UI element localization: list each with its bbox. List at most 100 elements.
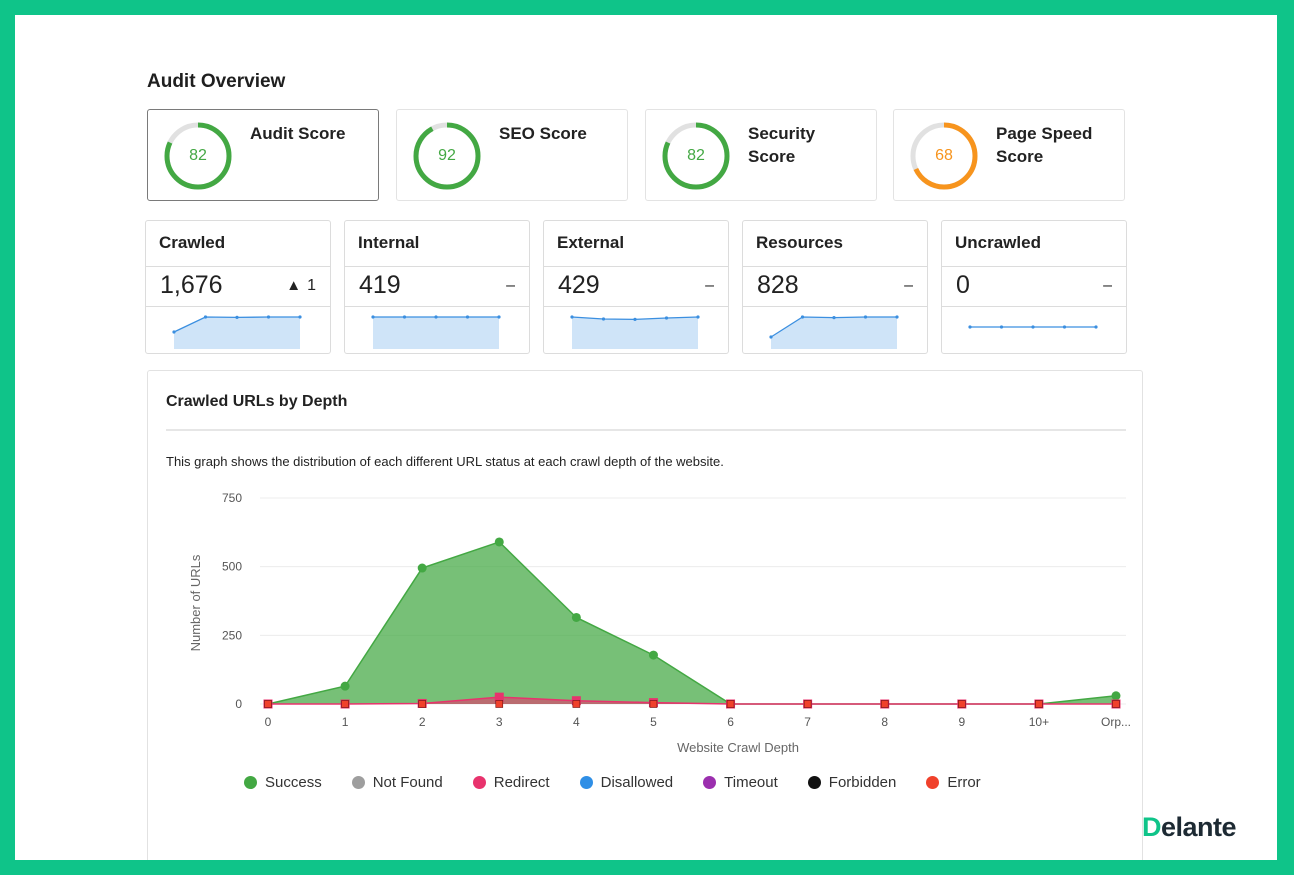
legend-item-not-found[interactable]: Not Found <box>351 771 443 793</box>
stat-change: ▲ 1 <box>286 277 316 295</box>
legend-label: Redirect <box>493 773 550 791</box>
score-value: 92 <box>438 147 456 164</box>
sparkline-point <box>235 315 239 319</box>
sparkline-uncrawled <box>968 325 1098 329</box>
legend-item-success[interactable]: Success <box>244 771 322 793</box>
point-error <box>418 700 426 708</box>
legend-dot-icon <box>703 775 717 789</box>
point-error <box>726 700 735 708</box>
legend-dot-icon <box>807 775 821 789</box>
stat-label: External <box>544 221 728 267</box>
x-tick-label: 9 <box>958 715 965 729</box>
sparkline-area <box>174 317 300 349</box>
score-card-security[interactable]: 82 Security Score <box>645 109 877 201</box>
sparkline-point <box>664 316 669 320</box>
legend-label: Forbidden <box>828 773 897 791</box>
stat-card-uncrawled[interactable]: Uncrawled 0 – <box>941 220 1127 354</box>
chart-legend: Success Not Found Redirect Disallowed Timeou… <box>244 771 981 793</box>
sparkline-point <box>266 315 271 319</box>
stat-card-crawled[interactable]: Crawled 1,676 ▲ 1 <box>145 220 331 354</box>
x-tick-label: 4 <box>573 715 580 729</box>
crawl-depth-chart: 0 250 500 750 0 1 2 3 4 5 6 7 8 9 10+ Orp... Website Cra… <box>188 491 1131 755</box>
sparkline-point <box>832 316 836 320</box>
point-error <box>264 700 272 708</box>
sparkline-point <box>769 335 773 339</box>
sparkline-point <box>633 317 637 321</box>
legend-label: Not Found <box>372 773 443 791</box>
legend-dot-icon <box>472 775 486 789</box>
legend-item-timeout[interactable]: Timeout <box>703 771 778 793</box>
point-error <box>803 700 812 708</box>
score-label: Audit Score <box>250 124 346 143</box>
point-error <box>341 700 349 708</box>
score-value: 68 <box>935 147 953 164</box>
sparkline-point <box>1062 325 1067 329</box>
stat-label: Resources <box>743 221 927 267</box>
sparkline-crawled <box>172 315 302 349</box>
legend-label: Error <box>947 773 981 791</box>
stat-label: Crawled <box>146 221 330 267</box>
stat-label: Uncrawled <box>942 221 1126 267</box>
sparkline-area <box>572 317 698 349</box>
x-tick-label: 1 <box>342 715 349 729</box>
x-tick-label: Orp... <box>1101 715 1131 729</box>
stat-card-resources[interactable]: Resources 828 – <box>742 220 928 354</box>
stat-change: – <box>904 277 913 294</box>
legend-dot-icon <box>926 775 940 789</box>
legend-dot-icon <box>579 775 593 789</box>
sparkline-point <box>999 325 1004 329</box>
sparkline-point <box>895 315 899 319</box>
score-card-audit[interactable]: 82 Audit Score <box>147 109 379 201</box>
x-tick-label: 7 <box>804 715 811 729</box>
point-success <box>648 650 658 660</box>
sparkline-resources <box>769 315 899 349</box>
sparkline-point <box>434 315 438 319</box>
x-tick-label: 2 <box>419 715 426 729</box>
sparkline-point <box>696 315 700 319</box>
y-tick-label: 750 <box>222 491 242 505</box>
sparkline-point <box>863 315 868 319</box>
legend-label: Timeout <box>724 773 778 791</box>
stat-value: 1,676 <box>160 271 223 299</box>
stat-value: 429 <box>558 271 600 299</box>
point-error <box>1112 700 1120 708</box>
sparkline-point <box>371 315 375 319</box>
point-success <box>340 681 350 691</box>
legend-item-disallowed[interactable]: Disallowed <box>579 771 673 793</box>
stat-card-external[interactable]: External 429 – <box>543 220 729 354</box>
point-error <box>1035 700 1043 708</box>
stat-change: – <box>1103 277 1112 294</box>
sparkline-external <box>570 315 700 349</box>
x-tick-label: 6 <box>727 715 734 729</box>
y-axis-label: Number of URLs <box>188 554 203 651</box>
stat-change-value: 1 <box>307 277 316 294</box>
legend-dot-icon <box>244 775 257 789</box>
score-card-page-speed[interactable]: 68 Page Speed Score <box>893 109 1125 201</box>
legend-item-error[interactable]: Error <box>926 771 981 793</box>
sparkline-point <box>203 315 208 319</box>
stat-value: 419 <box>359 271 401 299</box>
point-error <box>880 700 889 708</box>
sparkline-point <box>497 315 501 319</box>
crawl-depth-panel: Crawled URLs by Depth This graph shows t… <box>147 370 1143 860</box>
sparkline-point <box>601 317 606 321</box>
score-card-seo[interactable]: 92 SEO Score <box>396 109 628 201</box>
sparkline-point <box>800 315 805 319</box>
x-axis-label: Website Crawl Depth <box>677 740 799 755</box>
point-success <box>571 612 581 622</box>
x-tick-label: 0 <box>265 715 272 729</box>
stat-card-internal[interactable]: Internal 419 – <box>344 220 530 354</box>
legend-dot-icon <box>351 775 365 789</box>
y-tick-label: 0 <box>235 697 242 711</box>
stat-value: 828 <box>757 271 799 299</box>
legend-item-forbidden[interactable]: Forbidden <box>807 771 897 793</box>
sparkline-point <box>402 315 407 319</box>
y-tick-label: 250 <box>222 628 242 642</box>
sparkline-point <box>968 325 972 329</box>
sparkline-area <box>373 317 499 349</box>
point-error <box>958 700 966 708</box>
legend-item-redirect[interactable]: Redirect <box>472 771 550 793</box>
x-tick-label: 8 <box>881 715 888 729</box>
point-error <box>495 700 504 708</box>
score-label: SEO Score <box>499 124 587 143</box>
